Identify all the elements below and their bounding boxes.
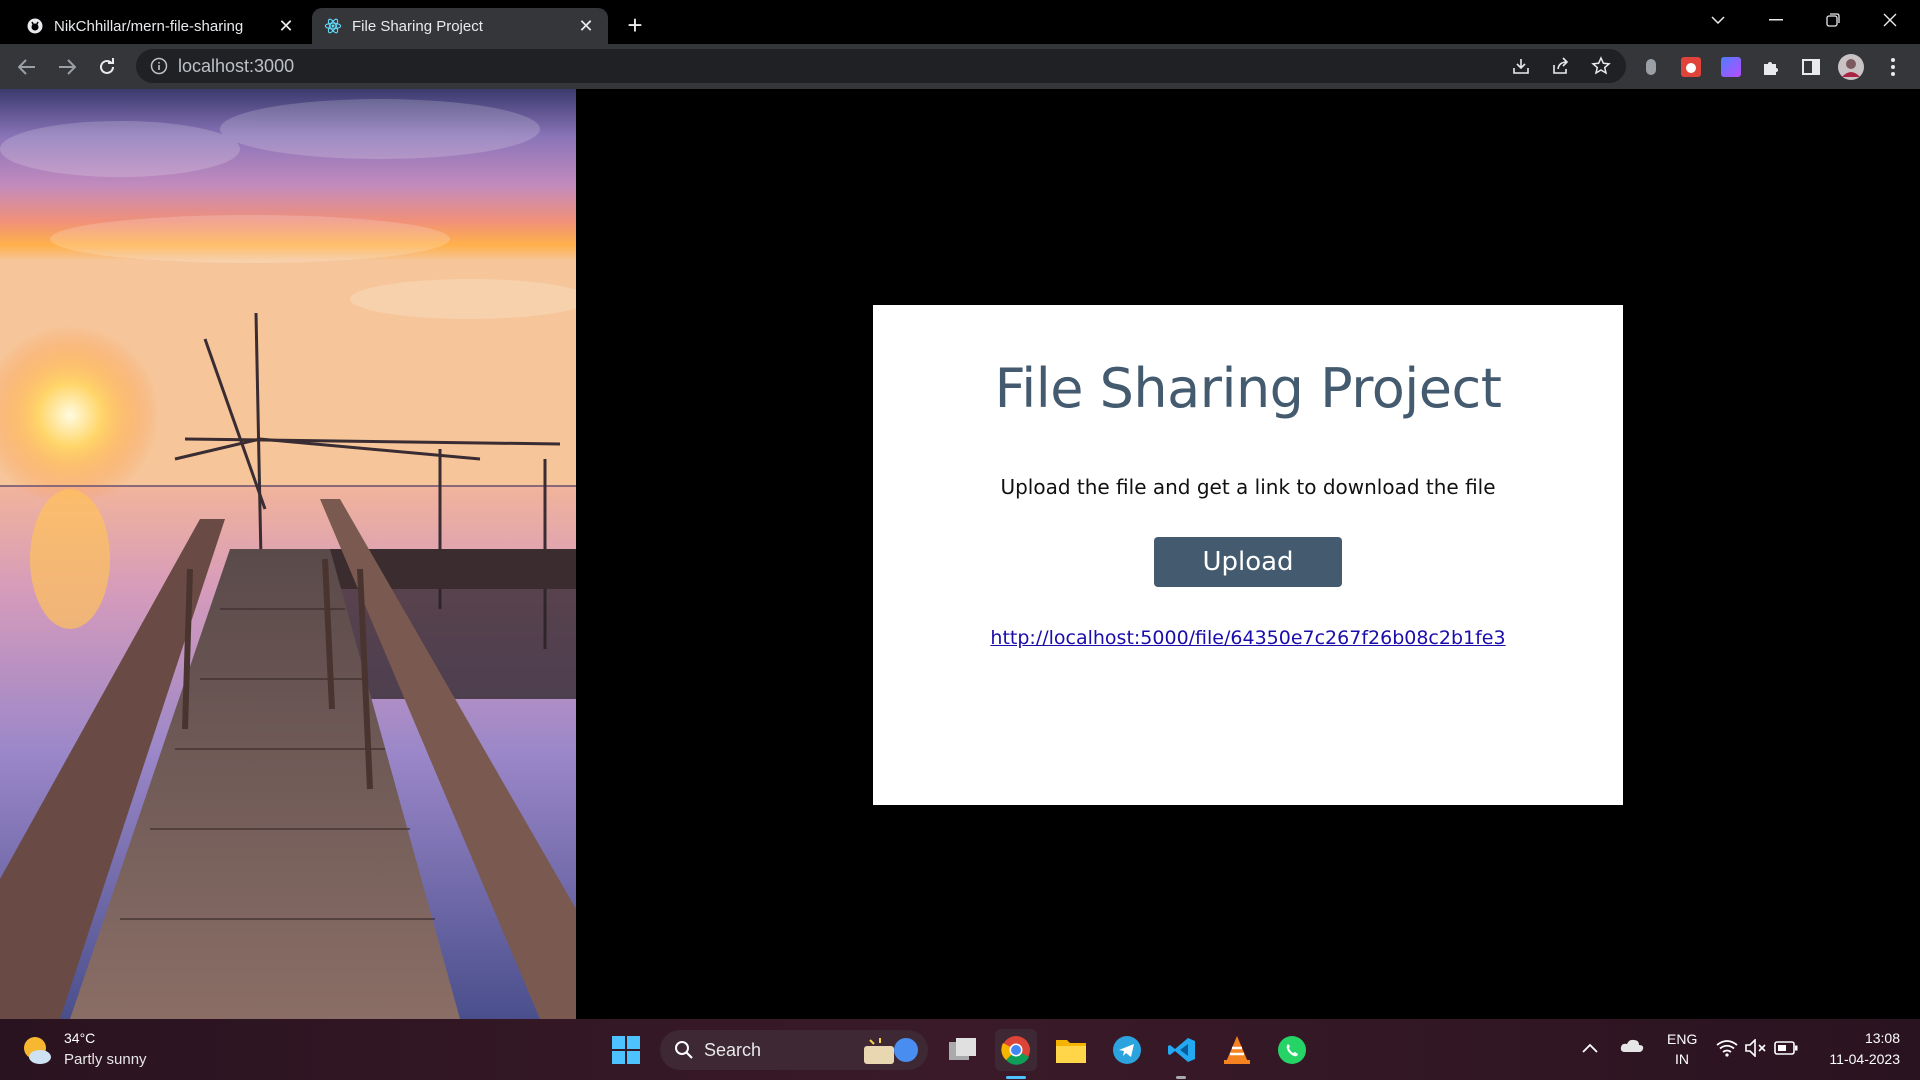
clock-date[interactable]: 11-04-2023 [1816,1051,1900,1067]
upload-button[interactable]: Upload [1154,537,1342,587]
forward-button[interactable] [50,50,84,84]
windows-taskbar: 34°C Partly sunny Search ENG IN 13:08 11… [0,1019,1920,1080]
page-subtitle: Upload the file and get a link to downlo… [1000,475,1496,499]
extension-red-icon[interactable] [1676,52,1706,82]
search-highlight-illustration-icon [860,1034,922,1071]
address-bar[interactable]: localhost:3000 [136,49,1626,83]
task-view-icon[interactable] [942,1029,984,1071]
extension-mouse-icon[interactable] [1636,52,1666,82]
weather-temperature[interactable]: 34°C [64,1030,95,1046]
bookmark-star-icon[interactable] [1586,51,1616,81]
browser-tab-strip: NikChhillar/mern-file-sharing ✕ File Sha… [0,0,1920,44]
active-app-indicator [1006,1076,1026,1079]
back-button[interactable] [10,50,44,84]
onedrive-cloud-icon[interactable] [1620,1037,1644,1058]
chrome-app-icon[interactable] [995,1029,1037,1071]
side-panel-icon[interactable] [1796,52,1826,82]
react-icon [324,17,342,35]
close-window-button[interactable] [1866,4,1914,36]
search-label: Search [704,1039,762,1060]
page-viewport: File Sharing Project Upload the file and… [0,89,1920,1019]
whatsapp-icon[interactable] [1271,1029,1313,1071]
install-app-icon[interactable] [1506,51,1536,81]
minimize-button[interactable] [1752,4,1800,36]
reload-button[interactable] [90,50,124,84]
telegram-icon[interactable] [1106,1029,1148,1071]
extensions-puzzle-icon[interactable] [1756,52,1786,82]
download-link[interactable]: http://localhost:5000/file/64350e7c267f2… [873,627,1623,649]
input-language[interactable]: ENG [1667,1031,1697,1047]
tab-file-sharing[interactable]: File Sharing Project ✕ [312,8,608,44]
extension-gradient-icon[interactable] [1716,52,1746,82]
github-icon [26,17,44,35]
show-hidden-icons-chevron-icon[interactable] [1582,1040,1598,1058]
taskbar-search-box[interactable]: Search [660,1030,928,1070]
battery-icon[interactable] [1774,1041,1798,1060]
tab-search-chevron-icon[interactable] [1694,4,1742,36]
upload-card: File Sharing Project Upload the file and… [873,305,1623,805]
close-tab-icon[interactable]: ✕ [276,16,296,36]
sunset-pier-image [0,89,576,1019]
search-icon [674,1040,694,1060]
windows-start-icon[interactable] [605,1029,647,1071]
new-tab-button[interactable]: + [620,10,650,40]
menu-kebab-icon[interactable] [1878,52,1908,82]
browser-toolbar: localhost:3000 [0,44,1920,89]
profile-avatar[interactable] [1836,52,1866,82]
tab-github[interactable]: NikChhillar/mern-file-sharing ✕ [14,8,308,44]
url-text: localhost:3000 [178,55,295,76]
vlc-icon[interactable] [1216,1029,1258,1071]
vscode-icon[interactable] [1161,1029,1203,1071]
tab-title: NikChhillar/mern-file-sharing [54,17,244,35]
wifi-icon[interactable] [1716,1039,1738,1062]
site-info-icon[interactable] [150,57,168,75]
weather-description[interactable]: Partly sunny [64,1051,147,1068]
clock-time[interactable]: 13:08 [1816,1030,1900,1046]
input-region[interactable]: IN [1667,1051,1697,1067]
file-explorer-icon[interactable] [1050,1029,1092,1071]
weather-sun-cloud-icon[interactable] [20,1033,56,1069]
close-tab-icon[interactable]: ✕ [576,16,596,36]
tab-title: File Sharing Project [352,17,483,35]
share-icon[interactable] [1546,51,1576,81]
running-app-indicator [1176,1076,1186,1079]
volume-muted-icon[interactable] [1745,1038,1767,1062]
page-title: File Sharing Project [994,357,1502,420]
restore-button[interactable] [1809,4,1857,36]
